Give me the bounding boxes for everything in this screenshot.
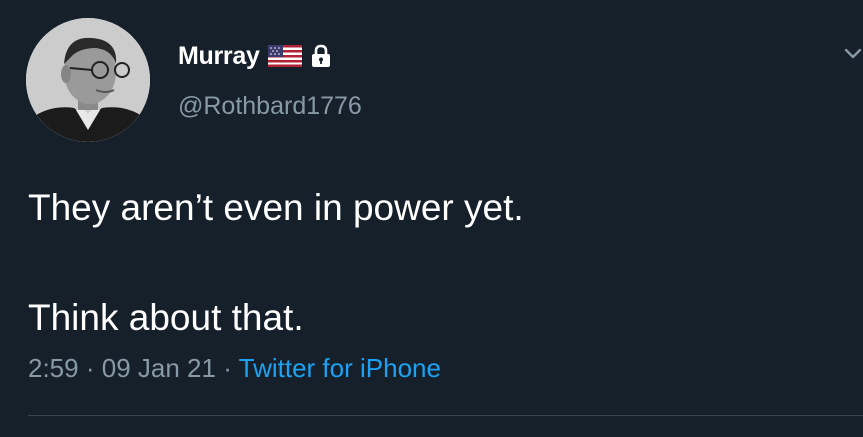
divider xyxy=(28,415,863,416)
tweet-text: They aren’t even in power yet. Think abo… xyxy=(28,182,828,344)
separator: · xyxy=(85,353,95,383)
tweet-text-line: They aren’t even in power yet. xyxy=(28,187,524,228)
tweet-source-link[interactable]: Twitter for iPhone xyxy=(239,353,441,383)
us-flag-icon xyxy=(267,45,302,67)
tweet-metadata: 2:59 · 09 Jan 21 · Twitter for iPhone xyxy=(28,353,441,384)
tweet-date[interactable]: 09 Jan 21 xyxy=(102,353,216,383)
chevron-down-icon[interactable] xyxy=(843,44,863,64)
tweet-card: Murray @Rothbard1776 They aren’t even in… xyxy=(0,0,863,437)
tweet-time[interactable]: 2:59 xyxy=(28,353,79,383)
avatar-portrait xyxy=(26,18,150,142)
lock-icon xyxy=(311,44,330,67)
display-name[interactable]: Murray xyxy=(178,42,260,71)
author-name-row[interactable]: Murray xyxy=(178,40,332,72)
separator: · xyxy=(223,353,232,383)
tweet-text-line: Think about that. xyxy=(28,297,304,338)
handle[interactable]: @Rothbard1776 xyxy=(178,92,362,121)
avatar[interactable] xyxy=(26,18,150,142)
